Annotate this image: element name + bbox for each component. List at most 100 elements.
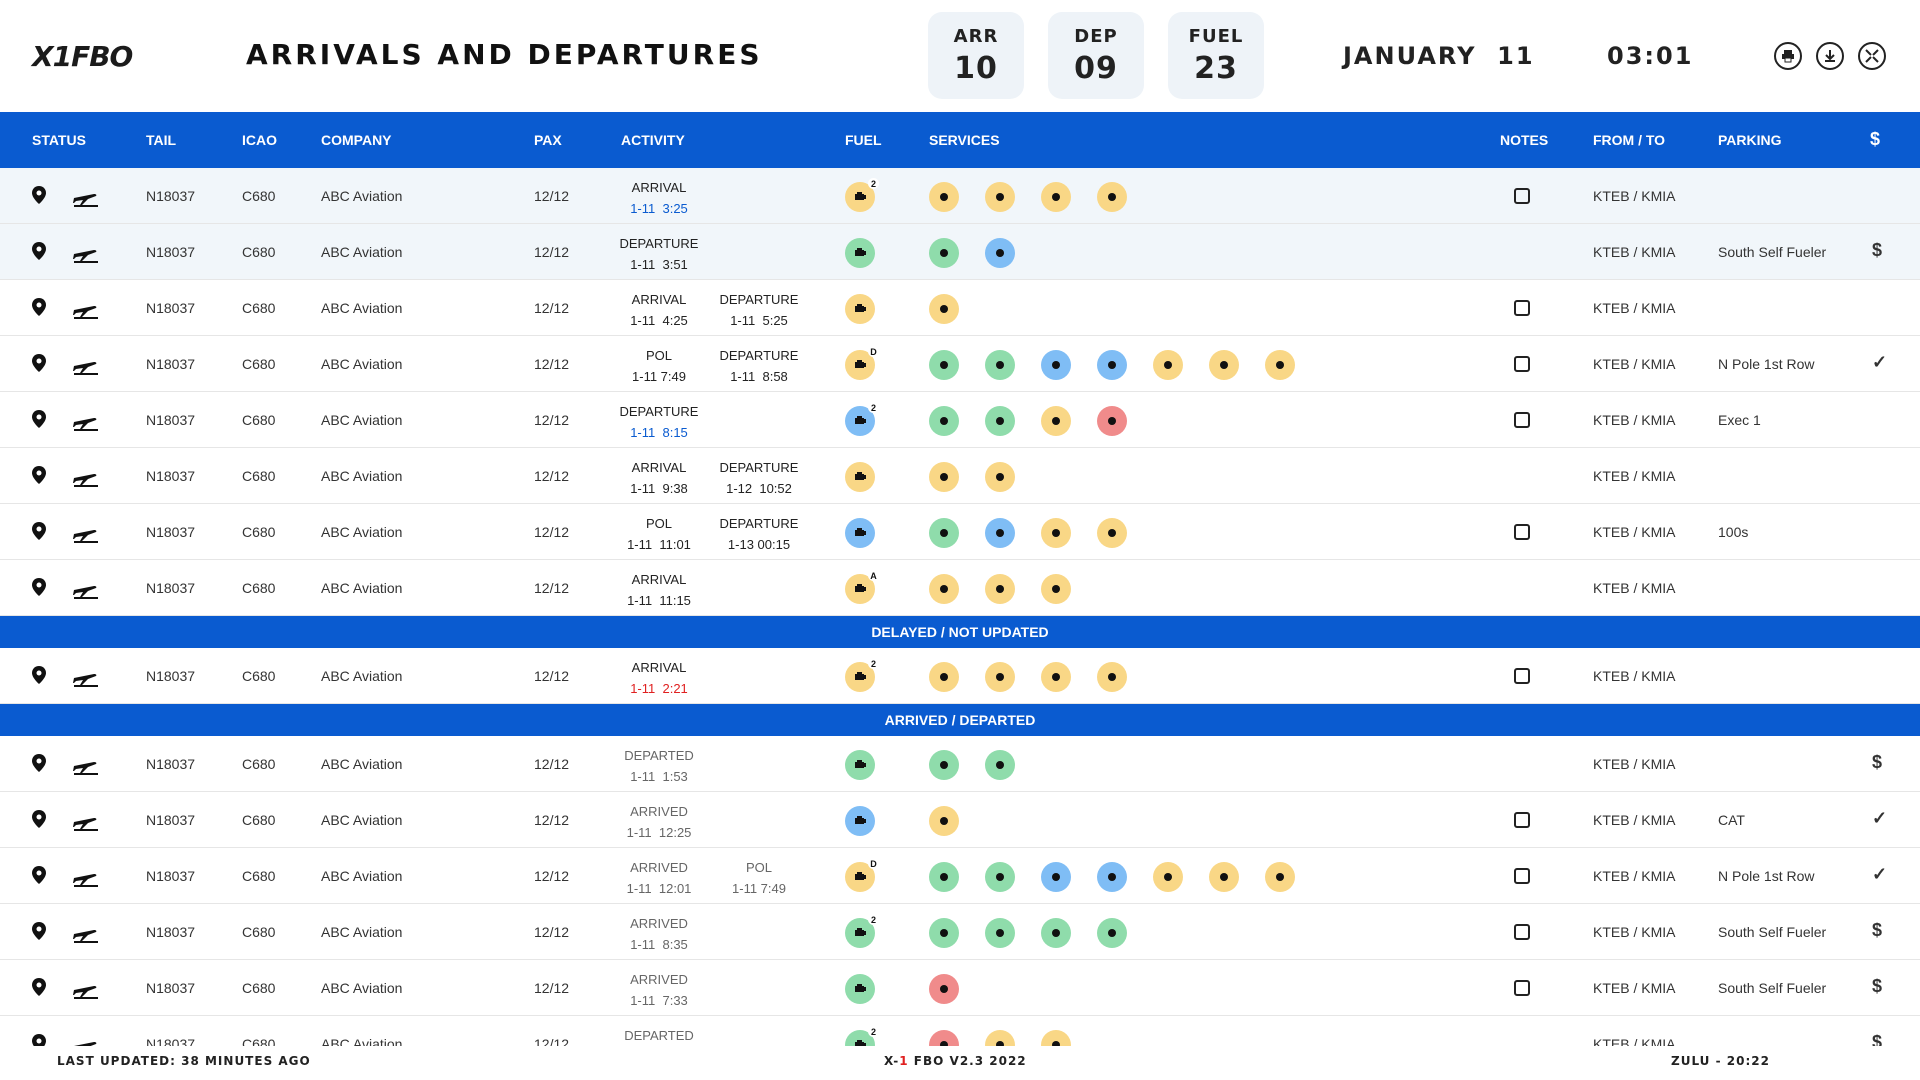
fuel-icon[interactable] bbox=[845, 294, 875, 324]
fuel-icon[interactable]: D bbox=[845, 858, 879, 892]
download-button[interactable] bbox=[1816, 42, 1844, 70]
water-drop-icon[interactable] bbox=[1041, 182, 1071, 212]
fuel-icon[interactable] bbox=[845, 974, 875, 1004]
table-row[interactable]: N18037 C680 ABC Aviation 12/12 ARRIVAL 1-11 4… bbox=[0, 280, 1920, 336]
notes-icon[interactable] bbox=[1514, 812, 1530, 828]
table-row[interactable]: N18037 C680 ABC Aviation 12/12 ARRIVAL 1-11 1… bbox=[0, 560, 1920, 616]
table-row[interactable]: N18037 C680 ABC Aviation 12/12 ARRIVAL 1-11 2… bbox=[0, 648, 1920, 704]
lav-icon[interactable] bbox=[1209, 862, 1239, 892]
location-pin-icon[interactable] bbox=[32, 186, 46, 204]
table-row[interactable]: N18037 C680 ABC Aviation 12/12 ARRIVAL 1-11 9… bbox=[0, 448, 1920, 504]
lightning-icon[interactable] bbox=[985, 406, 1015, 436]
table-row[interactable]: N18037 C680 ABC Aviation 12/12 ARRIVED 1-11 8… bbox=[0, 904, 1920, 960]
fullscreen-exit-button[interactable] bbox=[1858, 42, 1886, 70]
fuel-icon[interactable] bbox=[845, 806, 875, 836]
print-button[interactable] bbox=[1774, 42, 1802, 70]
lightning-icon[interactable] bbox=[985, 462, 1015, 492]
col-parking[interactable]: PARKING bbox=[1718, 132, 1782, 148]
fuel-truck-icon[interactable] bbox=[929, 518, 959, 548]
location-pin-icon[interactable] bbox=[32, 522, 46, 540]
lightning-icon[interactable] bbox=[985, 918, 1015, 948]
notes-icon[interactable] bbox=[1514, 980, 1530, 996]
notes-icon[interactable] bbox=[1514, 412, 1530, 428]
location-pin-icon[interactable] bbox=[32, 978, 46, 996]
water-drop-icon[interactable] bbox=[1041, 574, 1071, 604]
fuel-icon[interactable]: 2 bbox=[845, 178, 879, 212]
fuel-truck-icon[interactable] bbox=[929, 406, 959, 436]
col-payment[interactable]: $ bbox=[1870, 129, 1880, 150]
location-pin-icon[interactable] bbox=[32, 466, 46, 484]
lightning-icon[interactable] bbox=[985, 750, 1015, 780]
water-drop-icon[interactable] bbox=[1041, 350, 1071, 380]
catering-icon[interactable] bbox=[1153, 350, 1183, 380]
fuel-icon[interactable]: D bbox=[845, 346, 879, 380]
notes-icon[interactable] bbox=[1514, 868, 1530, 884]
lav-icon[interactable] bbox=[1209, 350, 1239, 380]
col-icao[interactable]: ICAO bbox=[242, 132, 277, 148]
location-pin-icon[interactable] bbox=[32, 242, 46, 260]
table-row[interactable]: N18037 C680 ABC Aviation 12/12 POL 1-11 11:01… bbox=[0, 504, 1920, 560]
col-activity[interactable]: ACTIVITY bbox=[621, 132, 685, 148]
lightning-icon[interactable] bbox=[985, 350, 1015, 380]
lightning-icon[interactable] bbox=[985, 862, 1015, 892]
trash-icon[interactable] bbox=[1097, 350, 1127, 380]
fuel-truck-icon[interactable] bbox=[929, 350, 959, 380]
trash-icon[interactable] bbox=[1097, 662, 1127, 692]
location-pin-icon[interactable] bbox=[32, 354, 46, 372]
fuel-icon[interactable]: A bbox=[845, 570, 879, 604]
col-company[interactable]: COMPANY bbox=[321, 132, 392, 148]
lightning-icon[interactable] bbox=[985, 662, 1015, 692]
notes-icon[interactable] bbox=[1514, 188, 1530, 204]
water-drop-icon[interactable] bbox=[1041, 518, 1071, 548]
table-row[interactable]: N18037 C680 ABC Aviation 12/12 DEPARTED 1-11 … bbox=[0, 736, 1920, 792]
water-drop-icon[interactable] bbox=[1041, 918, 1071, 948]
fuel-icon[interactable]: 2 bbox=[845, 402, 879, 436]
fuel-truck-icon[interactable] bbox=[929, 294, 959, 324]
trash-icon[interactable] bbox=[1097, 406, 1127, 436]
fuel-truck-icon[interactable] bbox=[929, 238, 959, 268]
fuel-icon[interactable]: 2 bbox=[845, 658, 879, 692]
col-tail[interactable]: TAIL bbox=[146, 132, 176, 148]
trash-icon[interactable] bbox=[1097, 862, 1127, 892]
location-pin-icon[interactable] bbox=[32, 410, 46, 428]
fuel-icon[interactable] bbox=[845, 750, 875, 780]
notes-icon[interactable] bbox=[1514, 524, 1530, 540]
location-pin-icon[interactable] bbox=[32, 754, 46, 772]
table-row[interactable]: N18037 C680 ABC Aviation 12/12 DEPARTURE 1-11… bbox=[0, 224, 1920, 280]
catering-icon[interactable] bbox=[1153, 862, 1183, 892]
fuel-icon[interactable] bbox=[845, 238, 875, 268]
location-pin-icon[interactable] bbox=[32, 578, 46, 596]
col-fuel[interactable]: FUEL bbox=[845, 132, 882, 148]
fuel-truck-icon[interactable] bbox=[929, 862, 959, 892]
passenger-icon[interactable] bbox=[1265, 350, 1295, 380]
col-from-to[interactable]: FROM / TO bbox=[1593, 132, 1665, 148]
notes-icon[interactable] bbox=[1514, 668, 1530, 684]
water-drop-icon[interactable] bbox=[1041, 406, 1071, 436]
lightning-icon[interactable] bbox=[985, 182, 1015, 212]
fuel-truck-icon[interactable] bbox=[929, 974, 959, 1004]
passenger-icon[interactable] bbox=[1265, 862, 1295, 892]
col-status[interactable]: STATUS bbox=[32, 132, 86, 148]
notes-icon[interactable] bbox=[1514, 924, 1530, 940]
col-pax[interactable]: PAX bbox=[534, 132, 562, 148]
lightning-icon[interactable] bbox=[985, 574, 1015, 604]
table-row[interactable]: N18037 C680 ABC Aviation 12/12 ARRIVAL 1-11 3… bbox=[0, 168, 1920, 224]
location-pin-icon[interactable] bbox=[32, 298, 46, 316]
col-notes[interactable]: NOTES bbox=[1500, 132, 1548, 148]
fuel-truck-icon[interactable] bbox=[929, 806, 959, 836]
location-pin-icon[interactable] bbox=[32, 922, 46, 940]
table-row[interactable]: N18037 C680 ABC Aviation 12/12 ARRIVED 1-11 1… bbox=[0, 792, 1920, 848]
fuel-truck-icon[interactable] bbox=[929, 574, 959, 604]
lightning-icon[interactable] bbox=[985, 518, 1015, 548]
fuel-truck-icon[interactable] bbox=[929, 182, 959, 212]
trash-icon[interactable] bbox=[1097, 182, 1127, 212]
location-pin-icon[interactable] bbox=[32, 866, 46, 884]
notes-icon[interactable] bbox=[1514, 356, 1530, 372]
location-pin-icon[interactable] bbox=[32, 666, 46, 684]
fuel-truck-icon[interactable] bbox=[929, 750, 959, 780]
location-pin-icon[interactable] bbox=[32, 810, 46, 828]
fuel-icon[interactable] bbox=[845, 462, 875, 492]
fuel-icon[interactable] bbox=[845, 518, 875, 548]
water-drop-icon[interactable] bbox=[1041, 862, 1071, 892]
table-row[interactable]: N18037 C680 ABC Aviation 12/12 DEPARTURE 1-11… bbox=[0, 392, 1920, 448]
